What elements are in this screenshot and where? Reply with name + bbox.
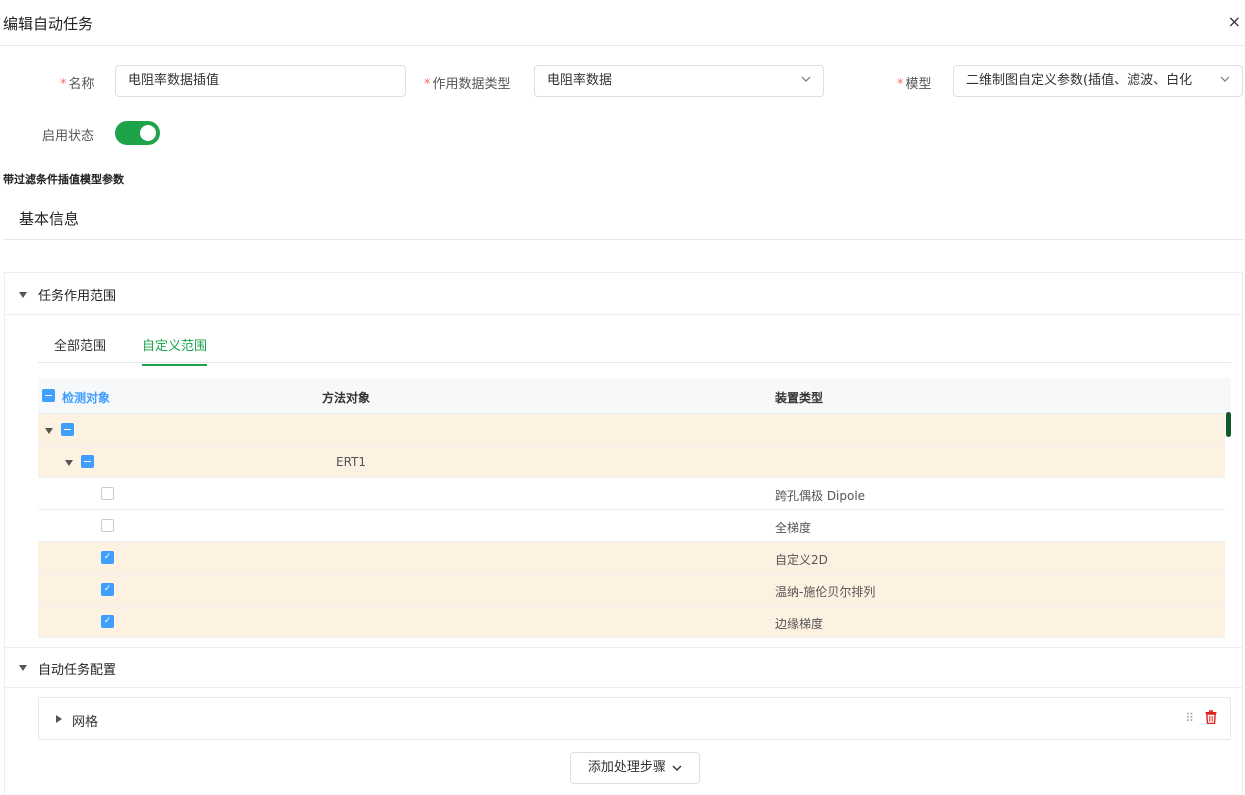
device-cell: 自定义2D bbox=[775, 553, 828, 567]
data-type-value: 电阻率数据 bbox=[547, 73, 613, 88]
config-item-label: 网格 bbox=[72, 715, 99, 730]
caret-down-icon[interactable] bbox=[45, 428, 53, 434]
device-cell: 跨孔偶极 Dipole bbox=[775, 489, 866, 503]
column-header-detection-object: 检测对象 bbox=[62, 391, 111, 405]
row-checkbox[interactable]: ✓ bbox=[101, 551, 114, 564]
caret-down-icon[interactable] bbox=[19, 292, 27, 298]
add-step-button[interactable]: 添加处理步骤 bbox=[570, 752, 700, 784]
scope-tabs: 全部范围 自定义范围 bbox=[38, 323, 1231, 366]
basic-info-heading: 基本信息 bbox=[19, 210, 80, 228]
name-label: * 名称 bbox=[60, 77, 95, 92]
tab-custom-scope[interactable]: 自定义范围 bbox=[142, 335, 208, 366]
data-type-label: * 作用数据类型 bbox=[424, 77, 511, 92]
row-checkbox[interactable] bbox=[101, 519, 114, 532]
add-step-label: 添加处理步骤 bbox=[587, 760, 666, 775]
row-checkbox[interactable] bbox=[101, 487, 114, 500]
row-checkbox[interactable] bbox=[61, 423, 74, 436]
config-item-grid[interactable]: 网格 ⠿ bbox=[38, 697, 1231, 740]
table-scrollbar[interactable] bbox=[1226, 412, 1231, 437]
column-header-device-type: 装置类型 bbox=[775, 391, 824, 405]
config-panel-header[interactable]: 自动任务配置 bbox=[5, 647, 1242, 688]
enabled-label: 启用状态 bbox=[42, 129, 95, 144]
select-all-checkbox[interactable] bbox=[42, 389, 55, 402]
method-cell: ERT1 bbox=[336, 455, 367, 469]
toggle-knob bbox=[140, 125, 156, 141]
chevron-down-icon bbox=[672, 765, 682, 771]
chevron-down-icon bbox=[801, 66, 811, 96]
table-row[interactable] bbox=[38, 414, 1225, 446]
device-cell: 全梯度 bbox=[775, 521, 812, 535]
row-checkbox[interactable]: ✓ bbox=[101, 615, 114, 628]
column-header-method-object: 方法对象 bbox=[322, 391, 371, 405]
model-value: 二维制图自定义参数(插值、滤波、白化 bbox=[966, 73, 1193, 88]
caret-down-icon[interactable] bbox=[19, 665, 27, 671]
table-row[interactable]: 全梯度 bbox=[38, 510, 1225, 542]
tab-all-scope[interactable]: 全部范围 bbox=[54, 335, 106, 364]
table-header: 检测对象 方法对象 装置类型 bbox=[38, 378, 1231, 414]
table-row[interactable]: 跨孔偶极 Dipole bbox=[38, 478, 1225, 510]
name-input[interactable]: 电阻率数据插值 bbox=[115, 65, 406, 97]
table-row[interactable]: ERT1 bbox=[38, 446, 1225, 478]
table-row[interactable]: ✓ 温纳-施伦贝尔排列 bbox=[38, 574, 1225, 606]
dialog-header: 编辑自动任务 × bbox=[0, 0, 1245, 46]
row-checkbox[interactable] bbox=[81, 455, 94, 468]
close-icon[interactable]: × bbox=[1228, 12, 1241, 31]
dialog-title: 编辑自动任务 bbox=[3, 15, 94, 33]
scope-panel-header[interactable]: 任务作用范围 bbox=[5, 273, 1242, 315]
device-cell: 温纳-施伦贝尔排列 bbox=[775, 585, 876, 599]
model-label: * 模型 bbox=[897, 77, 932, 92]
data-type-select[interactable]: 电阻率数据 bbox=[534, 65, 824, 97]
row-checkbox[interactable]: ✓ bbox=[101, 583, 114, 596]
chevron-down-icon bbox=[1220, 66, 1230, 96]
drag-handle-icon[interactable]: ⠿ bbox=[1185, 711, 1194, 725]
table-row[interactable]: ✓ 边缘梯度 bbox=[38, 606, 1225, 638]
scope-panel-title: 任务作用范围 bbox=[38, 289, 117, 304]
caret-down-icon[interactable] bbox=[65, 460, 73, 466]
table-row[interactable]: ✓ 自定义2D bbox=[38, 542, 1225, 574]
model-select[interactable]: 二维制图自定义参数(插值、滤波、白化 bbox=[953, 65, 1243, 97]
device-cell: 边缘梯度 bbox=[775, 617, 824, 631]
enabled-toggle[interactable] bbox=[115, 121, 160, 145]
divider bbox=[3, 239, 1243, 240]
scope-panel: 任务作用范围 全部范围 自定义范围 检测对象 方法对象 装置类型 ERT1 跨孔… bbox=[4, 272, 1243, 795]
caret-right-icon[interactable] bbox=[56, 715, 62, 723]
trash-icon[interactable] bbox=[1205, 710, 1217, 725]
section-caption: 带过滤条件插值模型参数 bbox=[3, 173, 124, 186]
config-panel-title: 自动任务配置 bbox=[38, 663, 117, 678]
